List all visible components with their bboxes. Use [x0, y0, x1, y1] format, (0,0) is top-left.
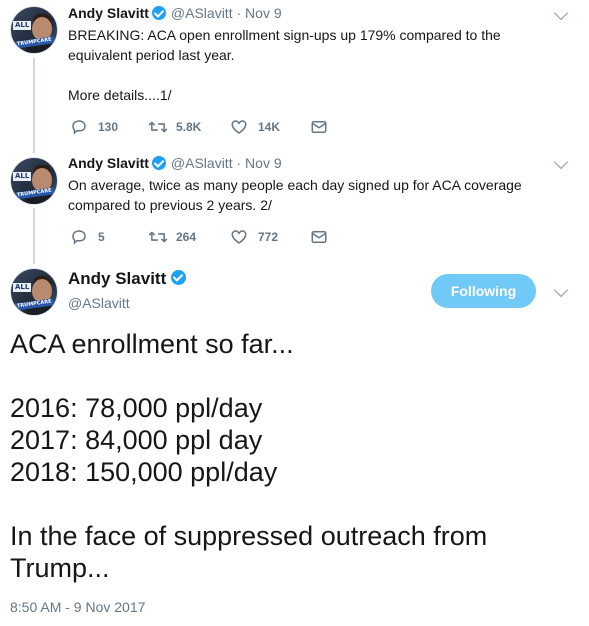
avatar-tag: ALL: [13, 21, 32, 30]
tweet-text-line: compared to previous 2 years. 2/: [68, 197, 272, 213]
heart-icon: [231, 120, 247, 134]
envelope-icon: [311, 121, 327, 133]
like-count: 14K: [258, 120, 281, 134]
verified-badge-icon: [151, 6, 166, 20]
retweet-icon: [148, 231, 168, 243]
tweet-text: On average, twice as many people each da…: [68, 175, 558, 215]
following-button[interactable]: Following: [431, 274, 536, 308]
avatar[interactable]: ALL TRUMPCARE: [10, 268, 58, 316]
author-handle[interactable]: @ASlavitt: [68, 294, 130, 312]
tweet-header: Andy Slavitt @ASlavitt · Nov 9: [68, 154, 282, 172]
envelope-icon: [311, 231, 327, 243]
author-name[interactable]: Andy Slavitt: [68, 5, 149, 21]
tweet-date[interactable]: Nov 9: [245, 5, 282, 21]
chevron-down-icon[interactable]: [553, 5, 569, 21]
author-name[interactable]: Andy Slavitt: [68, 155, 149, 171]
thread-connector: [33, 58, 35, 153]
tweet-timestamp[interactable]: 8:50 AM - 9 Nov 2017: [10, 598, 145, 616]
retweet-count: 264: [176, 230, 197, 244]
separator: ·: [236, 155, 242, 171]
verified-badge-icon: [171, 270, 187, 285]
avatar[interactable]: ALL TRUMPCARE: [10, 6, 58, 54]
tweet-text-line: On average, twice as many people each da…: [68, 177, 522, 193]
reply-icon: [72, 120, 86, 135]
heart-icon: [231, 230, 247, 244]
author-name-text: Andy Slavitt: [68, 269, 167, 288]
avatar[interactable]: ALL TRUMPCARE: [10, 157, 58, 205]
tweet-date[interactable]: Nov 9: [245, 155, 282, 171]
author-handle[interactable]: @ASlavitt: [171, 5, 233, 21]
chevron-down-icon[interactable]: [553, 282, 569, 298]
thread-connector: [33, 208, 35, 264]
tweet-text-line: More details....1/: [68, 87, 172, 103]
chevron-down-icon[interactable]: [553, 154, 569, 170]
like-count: 772: [258, 230, 279, 244]
author-handle[interactable]: @ASlavitt: [171, 155, 233, 171]
author-name[interactable]: Andy Slavitt: [68, 268, 187, 290]
tweet-text: BREAKING: ACA open enrollment sign-ups u…: [68, 25, 558, 105]
avatar-tag: ALL: [13, 283, 32, 292]
avatar-tag: ALL: [13, 172, 32, 181]
reply-count: 130: [98, 120, 119, 134]
tweet-header: Andy Slavitt @ASlavitt · Nov 9: [68, 4, 282, 22]
tweet-text-line: equivalent period last year.: [68, 47, 235, 63]
separator: ·: [236, 5, 242, 21]
verified-badge-icon: [151, 156, 166, 170]
reply-count: 5: [98, 230, 105, 244]
tweet-text: ACA enrollment so far... 2016: 78,000 pp…: [10, 329, 488, 583]
reply-icon: [72, 230, 86, 245]
tweet-text-line: BREAKING: ACA open enrollment sign-ups u…: [68, 27, 501, 43]
retweet-count: 5.8K: [176, 120, 202, 134]
retweet-icon: [148, 121, 168, 133]
